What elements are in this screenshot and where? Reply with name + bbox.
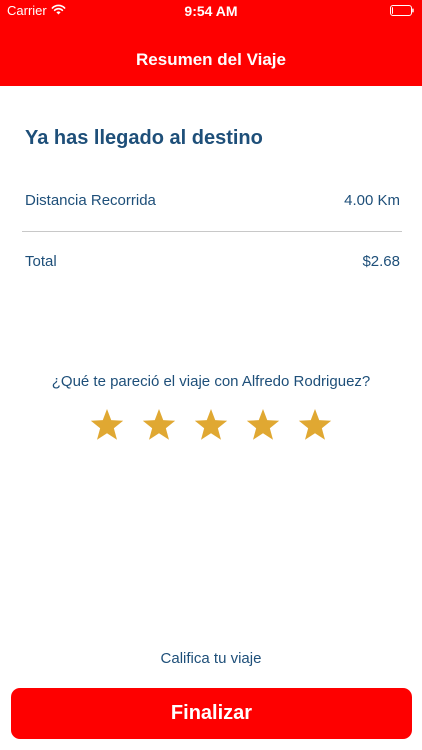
arrival-heading: Ya has llegado al destino (25, 127, 263, 149)
star-icon[interactable] (245, 407, 281, 443)
star-icon[interactable] (141, 407, 177, 443)
distance-label: Distancia Recorrida (25, 192, 156, 209)
distance-value: 4.00 Km (344, 192, 400, 209)
rate-trip-label: Califica tu viaje (160, 650, 262, 667)
star-rating[interactable] (0, 407, 422, 443)
battery-icon (390, 5, 414, 16)
finish-button[interactable]: Finalizar (11, 688, 412, 739)
star-icon[interactable] (297, 407, 333, 443)
star-icon[interactable] (89, 407, 125, 443)
status-time: 9:54 AM (184, 3, 238, 19)
nav-title: Resumen del Viaje (136, 50, 286, 69)
header-bar: Carrier 9:54 AM Resumen del Viaje (0, 0, 422, 86)
status-bar: Carrier 9:54 AM (0, 0, 422, 22)
rating-question: ¿Qué te pareció el viaje con Alfredo Rod… (51, 373, 371, 390)
total-value: $2.68 (362, 253, 400, 270)
star-icon[interactable] (193, 407, 229, 443)
total-label: Total (25, 253, 57, 270)
divider (22, 231, 402, 232)
